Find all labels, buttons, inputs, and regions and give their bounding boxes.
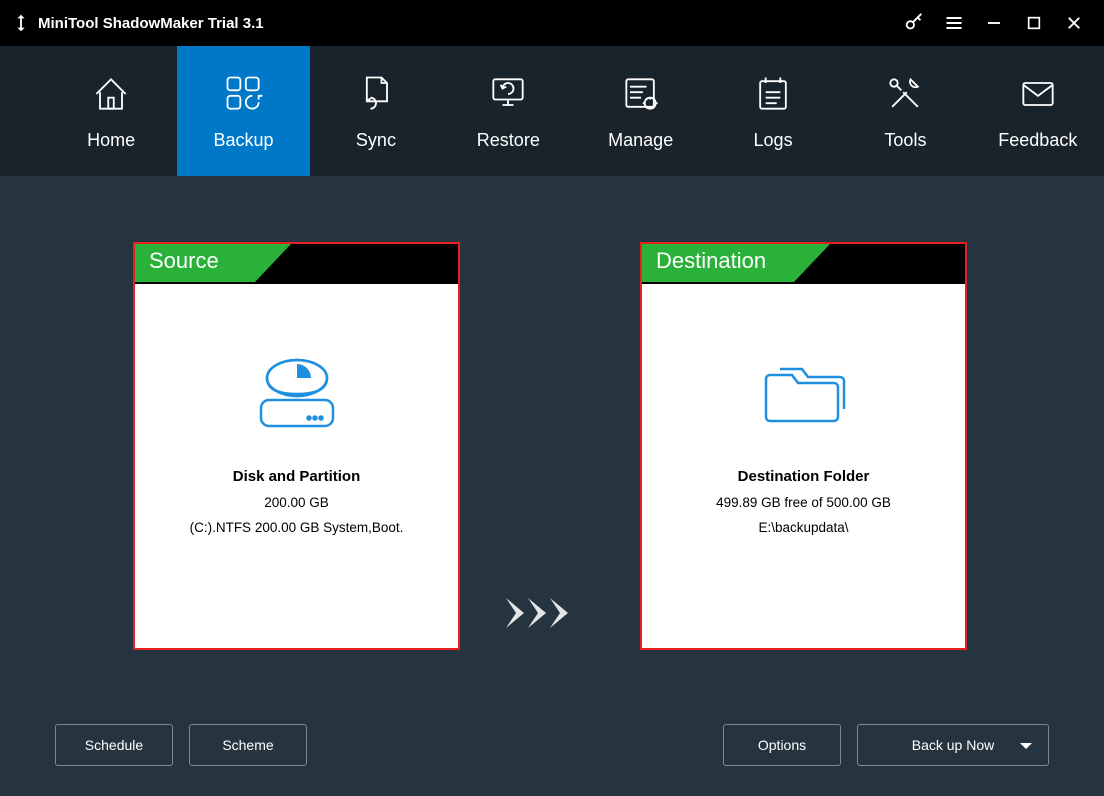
tools-icon [883,72,927,116]
home-icon [89,72,133,116]
nav-feedback[interactable]: Feedback [972,46,1104,176]
scheme-button[interactable]: Scheme [189,724,307,766]
nav-label: Manage [608,130,673,151]
destination-free: 499.89 GB free of 500.00 GB [716,495,891,510]
destination-card[interactable]: Destination Destination Folder 499.89 GB… [640,242,967,650]
nav-label: Tools [884,130,926,151]
minimize-button[interactable] [974,0,1014,46]
options-button[interactable]: Options [723,724,841,766]
restore-icon [486,72,530,116]
nav-label: Backup [214,130,274,151]
nav-label: Logs [754,130,793,151]
back-up-now-button[interactable]: Back up Now [857,724,1049,766]
key-icon [903,12,925,34]
nav-home[interactable]: Home [45,46,177,176]
source-card-header: Source [135,244,458,284]
button-label: Back up Now [912,737,994,753]
source-title: Disk and Partition [233,468,361,485]
source-size: 200.00 GB [264,495,329,510]
nav-label: Home [87,130,135,151]
app-logo: MiniTool ShadowMaker Trial 3.1 [10,12,264,34]
source-card-body: Disk and Partition 200.00 GB (C:).NTFS 2… [135,284,458,535]
source-detail: (C:).NTFS 200.00 GB System,Boot. [190,520,404,535]
chevron-right-icon [528,598,546,628]
chevron-down-icon [1020,743,1032,749]
schedule-button[interactable]: Schedule [55,724,173,766]
app-title: MiniTool ShadowMaker Trial 3.1 [38,15,264,32]
title-bar: MiniTool ShadowMaker Trial 3.1 [0,0,1104,46]
arrow-chevrons [506,598,568,628]
sync-icon [10,12,32,34]
close-icon [1065,14,1083,32]
nav-label: Restore [477,130,540,151]
button-label: Schedule [85,737,143,753]
nav-label: Sync [356,130,396,151]
main-area: Source Disk and Partition 200.00 GB (C [0,176,1104,706]
nav-restore[interactable]: Restore [442,46,574,176]
disk-icon [247,342,347,448]
destination-card-header: Destination [642,244,965,284]
close-button[interactable] [1054,0,1094,46]
maximize-button[interactable] [1014,0,1054,46]
destination-path: E:\backupdata\ [758,520,848,535]
menu-button[interactable] [934,0,974,46]
nav-tools[interactable]: Tools [839,46,971,176]
source-tab: Source [135,244,255,282]
menu-icon [944,13,964,33]
nav-backup[interactable]: Backup [177,46,309,176]
folder-icon [754,342,854,448]
key-button[interactable] [894,0,934,46]
main-nav: Home Backup Sync [0,46,1104,176]
button-label: Options [758,737,806,753]
feedback-icon [1016,72,1060,116]
chevron-right-icon [550,598,568,628]
manage-icon [619,72,663,116]
sync-page-icon [354,72,398,116]
logs-icon [751,72,795,116]
destination-title: Destination Folder [738,468,870,485]
destination-tab: Destination [642,244,794,282]
chevron-right-icon [506,598,524,628]
nav-label: Feedback [998,130,1077,151]
nav-sync[interactable]: Sync [310,46,442,176]
nav-logs[interactable]: Logs [707,46,839,176]
backup-icon [222,72,266,116]
maximize-icon [1026,15,1042,31]
source-card[interactable]: Source Disk and Partition 200.00 GB (C [133,242,460,650]
nav-manage[interactable]: Manage [575,46,707,176]
minimize-icon [985,14,1003,32]
button-label: Scheme [222,737,273,753]
source-tab-label: Source [149,248,219,274]
destination-card-body: Destination Folder 499.89 GB free of 500… [642,284,965,535]
destination-tab-label: Destination [656,248,766,274]
footer-bar: Schedule Scheme Options Back up Now [0,715,1104,775]
